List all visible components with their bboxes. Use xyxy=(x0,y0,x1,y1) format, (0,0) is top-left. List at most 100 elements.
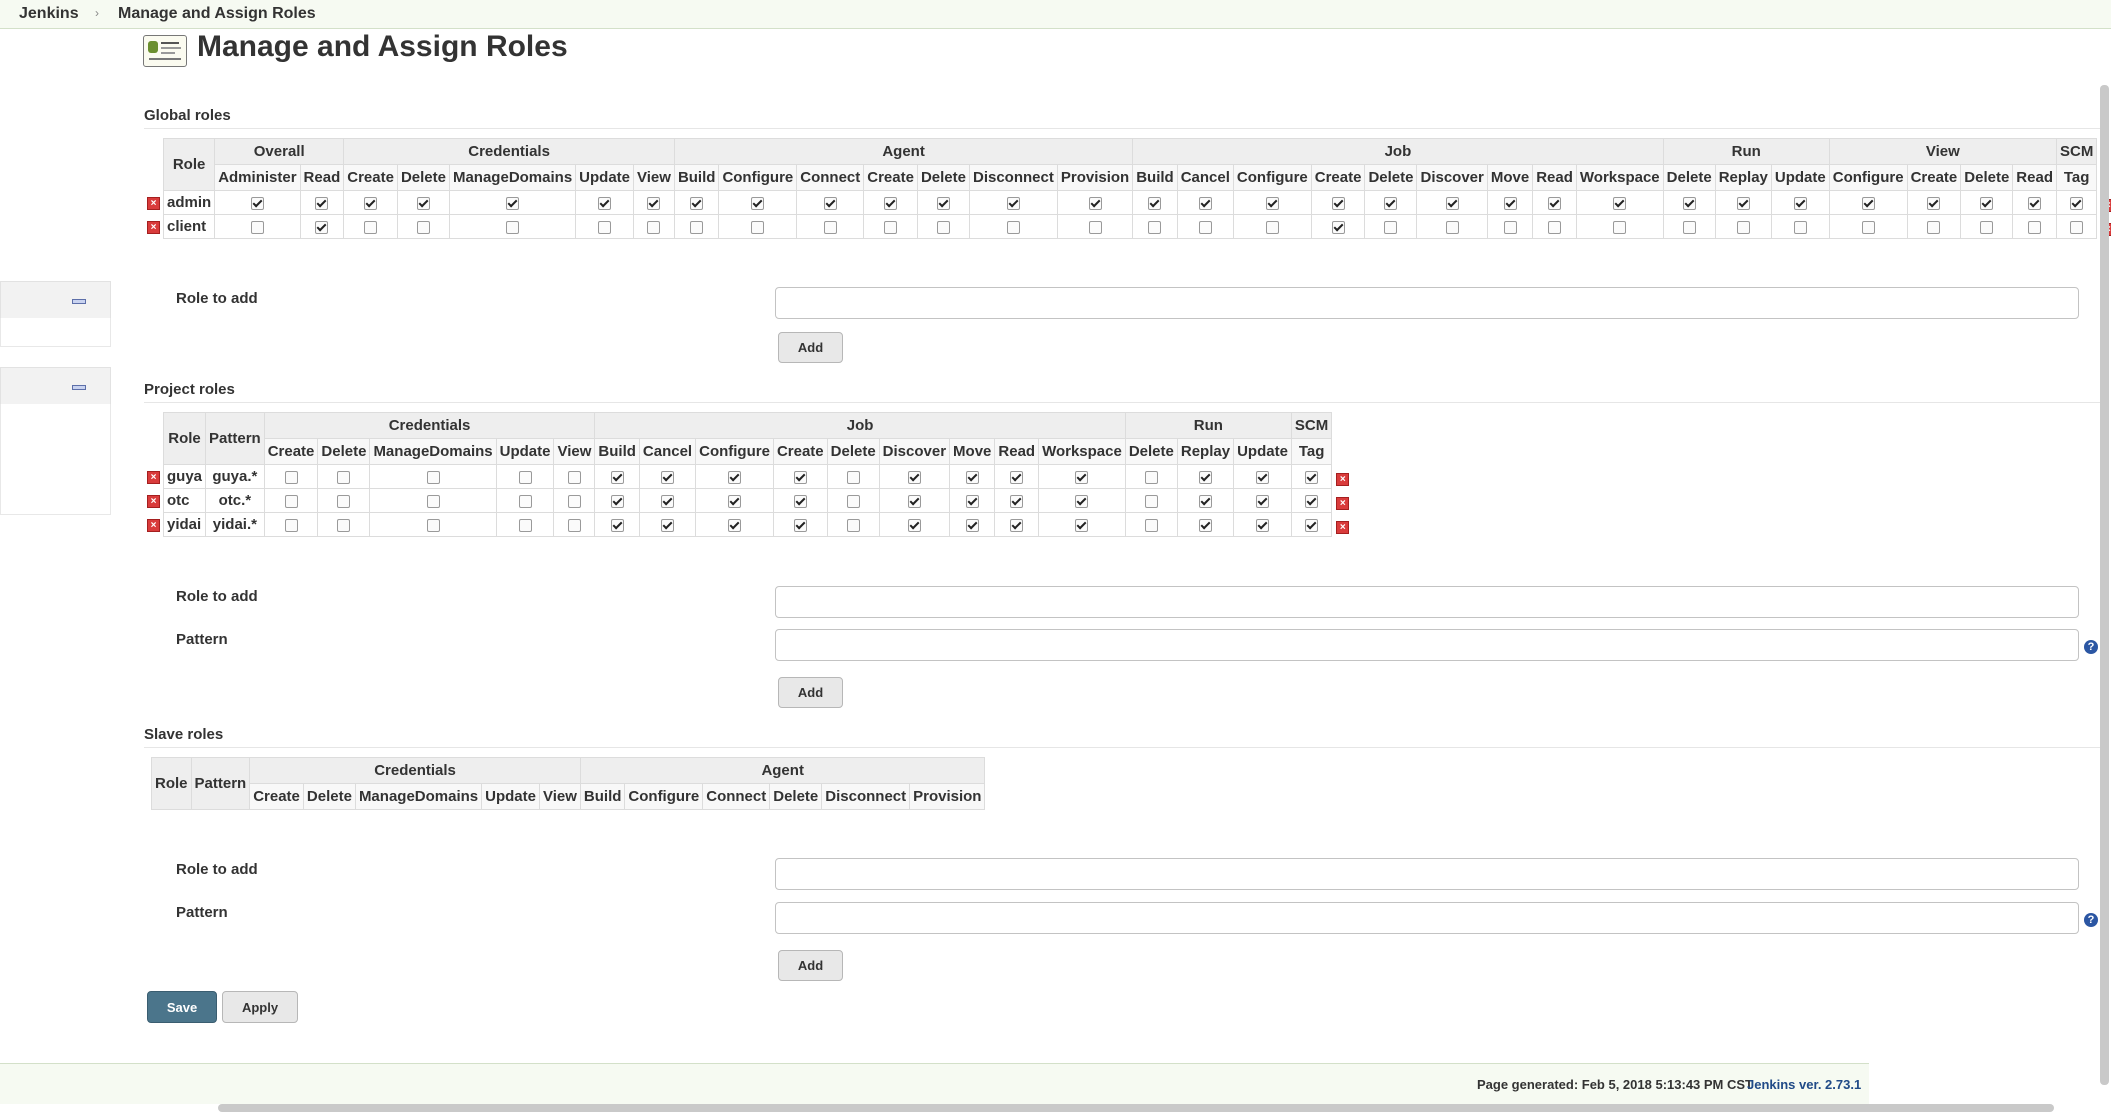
permission-checkbox[interactable] xyxy=(823,220,837,234)
permission-checkbox[interactable] xyxy=(1861,196,1875,210)
permission-checkbox[interactable] xyxy=(884,196,898,210)
slave-add-button[interactable]: Add xyxy=(778,950,843,981)
permission-checkbox[interactable] xyxy=(1256,494,1269,508)
permission-checkbox[interactable] xyxy=(284,518,298,532)
delete-role-icon[interactable]: × xyxy=(147,196,160,210)
permission-checkbox[interactable] xyxy=(1548,196,1562,210)
permission-checkbox[interactable] xyxy=(416,196,430,210)
permission-checkbox[interactable] xyxy=(1144,494,1158,508)
permission-checkbox[interactable] xyxy=(337,494,351,508)
permission-checkbox[interactable] xyxy=(1010,518,1024,532)
permission-checkbox[interactable] xyxy=(426,470,440,484)
permission-checkbox[interactable] xyxy=(610,470,624,484)
collapse-icon[interactable] xyxy=(72,385,86,390)
permission-checkbox[interactable] xyxy=(907,470,921,484)
delete-role-icon[interactable]: × xyxy=(1336,472,1350,486)
permission-checkbox[interactable] xyxy=(1736,220,1750,234)
permission-checkbox[interactable] xyxy=(1144,470,1158,484)
global-add-button[interactable]: Add xyxy=(778,332,843,363)
permission-checkbox[interactable] xyxy=(1256,470,1269,484)
permission-checkbox[interactable] xyxy=(1445,220,1459,234)
permission-checkbox[interactable] xyxy=(567,470,581,484)
delete-role-icon[interactable]: × xyxy=(1336,520,1350,534)
permission-checkbox[interactable] xyxy=(846,494,860,508)
permission-checkbox[interactable] xyxy=(793,470,807,484)
permission-checkbox[interactable] xyxy=(2070,220,2084,234)
permission-checkbox[interactable] xyxy=(2070,196,2084,210)
delete-role-icon[interactable]: × xyxy=(147,220,160,234)
permission-checkbox[interactable] xyxy=(1088,220,1102,234)
permission-checkbox[interactable] xyxy=(1148,220,1162,234)
breadcrumb-current[interactable]: Manage and Assign Roles xyxy=(118,5,316,23)
permission-checkbox[interactable] xyxy=(1503,196,1517,210)
permission-checkbox[interactable] xyxy=(315,220,329,234)
permission-checkbox[interactable] xyxy=(1305,518,1319,532)
permission-checkbox[interactable] xyxy=(1075,494,1089,508)
permission-checkbox[interactable] xyxy=(2028,196,2042,210)
permission-checkbox[interactable] xyxy=(1256,518,1269,532)
permission-checkbox[interactable] xyxy=(1384,196,1398,210)
breadcrumb-home-link[interactable]: Jenkins xyxy=(19,5,79,23)
permission-checkbox[interactable] xyxy=(315,196,329,210)
permission-checkbox[interactable] xyxy=(846,470,860,484)
permission-checkbox[interactable] xyxy=(1088,196,1102,210)
permission-checkbox[interactable] xyxy=(647,196,661,210)
vertical-scrollbar[interactable] xyxy=(2100,85,2109,1085)
permission-checkbox[interactable] xyxy=(1305,494,1319,508)
permission-checkbox[interactable] xyxy=(1445,196,1459,210)
permission-checkbox[interactable] xyxy=(1265,196,1279,210)
permission-checkbox[interactable] xyxy=(661,470,674,484)
permission-checkbox[interactable] xyxy=(690,196,704,210)
project-role-to-add-input[interactable] xyxy=(775,586,2079,618)
permission-checkbox[interactable] xyxy=(610,518,624,532)
apply-button[interactable]: Apply xyxy=(222,991,298,1023)
permission-checkbox[interactable] xyxy=(965,518,979,532)
permission-checkbox[interactable] xyxy=(1927,220,1941,234)
permission-checkbox[interactable] xyxy=(1144,518,1158,532)
save-button[interactable]: Save xyxy=(147,991,217,1023)
permission-checkbox[interactable] xyxy=(1980,220,1994,234)
permission-checkbox[interactable] xyxy=(661,518,674,532)
horizontal-scrollbar[interactable] xyxy=(218,1104,2054,1112)
permission-checkbox[interactable] xyxy=(426,494,440,508)
permission-checkbox[interactable] xyxy=(1010,470,1024,484)
permission-checkbox[interactable] xyxy=(567,494,581,508)
delete-role-icon[interactable]: × xyxy=(1336,496,1350,510)
permission-checkbox[interactable] xyxy=(1075,518,1089,532)
permission-checkbox[interactable] xyxy=(728,470,742,484)
permission-checkbox[interactable] xyxy=(1736,196,1750,210)
global-role-to-add-input[interactable] xyxy=(775,287,2079,319)
help-icon[interactable]: ? xyxy=(2084,640,2098,654)
permission-checkbox[interactable] xyxy=(1682,220,1696,234)
permission-checkbox[interactable] xyxy=(1006,220,1020,234)
permission-checkbox[interactable] xyxy=(518,518,532,532)
permission-checkbox[interactable] xyxy=(965,494,979,508)
permission-checkbox[interactable] xyxy=(250,196,264,210)
permission-checkbox[interactable] xyxy=(518,470,532,484)
permission-checkbox[interactable] xyxy=(1861,220,1875,234)
permission-checkbox[interactable] xyxy=(364,196,378,210)
permission-checkbox[interactable] xyxy=(661,494,674,508)
permission-checkbox[interactable] xyxy=(1613,196,1627,210)
permission-checkbox[interactable] xyxy=(1682,196,1696,210)
permission-checkbox[interactable] xyxy=(1265,220,1279,234)
permission-checkbox[interactable] xyxy=(250,220,264,234)
permission-checkbox[interactable] xyxy=(284,470,298,484)
permission-checkbox[interactable] xyxy=(846,518,860,532)
permission-checkbox[interactable] xyxy=(598,196,612,210)
permission-checkbox[interactable] xyxy=(1331,196,1345,210)
slave-role-to-add-input[interactable] xyxy=(775,858,2079,890)
permission-checkbox[interactable] xyxy=(1198,470,1212,484)
permission-checkbox[interactable] xyxy=(426,518,440,532)
permission-checkbox[interactable] xyxy=(823,196,837,210)
permission-checkbox[interactable] xyxy=(1331,220,1345,234)
permission-checkbox[interactable] xyxy=(690,220,704,234)
permission-checkbox[interactable] xyxy=(1548,220,1562,234)
permission-checkbox[interactable] xyxy=(1613,220,1627,234)
permission-checkbox[interactable] xyxy=(1384,220,1398,234)
permission-checkbox[interactable] xyxy=(647,220,661,234)
permission-checkbox[interactable] xyxy=(1148,196,1162,210)
slave-pattern-input[interactable] xyxy=(775,902,2079,934)
permission-checkbox[interactable] xyxy=(1927,196,1941,210)
delete-role-icon[interactable]: × xyxy=(147,470,160,484)
